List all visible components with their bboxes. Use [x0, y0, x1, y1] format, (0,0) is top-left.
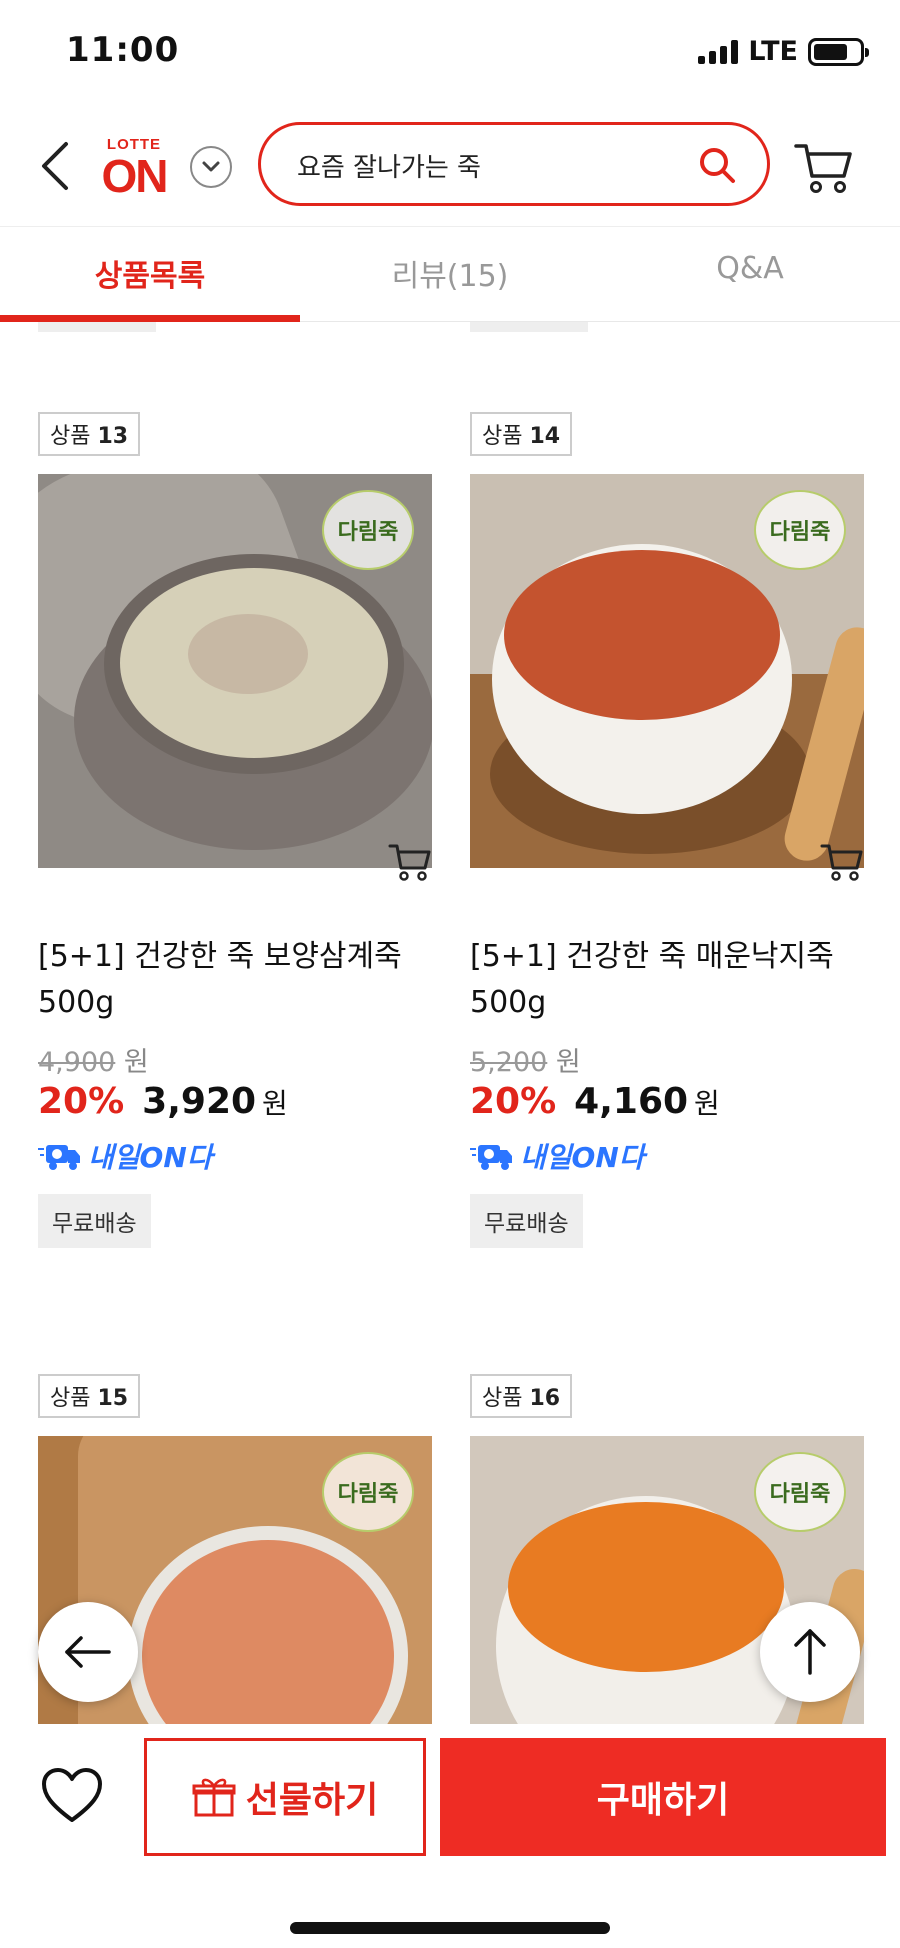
- lotte-on-logo[interactable]: LOTTE ON: [96, 136, 172, 206]
- search-bar[interactable]: [258, 122, 770, 206]
- product-card[interactable]: 상품 14 다림죽 [5+1] 건강한 죽 매운낙지죽 500g 5,200 원…: [470, 412, 864, 1248]
- product-image[interactable]: 다림죽: [470, 474, 864, 868]
- add-to-cart-icon[interactable]: [388, 842, 432, 882]
- search-input[interactable]: [297, 143, 657, 187]
- cart-icon[interactable]: [794, 140, 854, 196]
- add-to-cart-icon[interactable]: [820, 842, 864, 882]
- buy-button-label: 구매하기: [596, 1780, 730, 1821]
- home-indicator[interactable]: [290, 1922, 610, 1934]
- signal-icon: [698, 39, 739, 64]
- gift-button-label: 선물하기: [245, 1780, 379, 1821]
- delivery-tag: 내일ON다: [470, 1136, 864, 1176]
- status-bar: 11:00 LTE: [0, 0, 900, 110]
- tab-bar: 상품목록 리뷰(15) Q&A: [0, 226, 900, 322]
- free-shipping-badge: 무료배송: [470, 1194, 583, 1248]
- discount-rate: 20%: [470, 1081, 557, 1122]
- delivery-truck-icon: [38, 1145, 80, 1170]
- status-indicators: LTE: [698, 36, 869, 67]
- logo-main-text: ON: [101, 150, 169, 202]
- original-price: 4,900 원: [38, 1047, 149, 1078]
- scroll-top-button[interactable]: [760, 1602, 860, 1702]
- sale-price: 20% 3,920 원: [38, 1081, 288, 1122]
- product-card[interactable]: 상품 13 다림죽 [5+1] 건강한 죽 보양삼계죽 500g 4,900 원…: [38, 412, 432, 1248]
- discount-rate: 20%: [38, 1081, 125, 1122]
- product-number-badge: 상품 15: [38, 1374, 141, 1418]
- status-time: 11:00: [66, 30, 180, 70]
- brand-stamp: 다림죽: [322, 1452, 414, 1532]
- arrow-left-icon: [65, 1636, 111, 1668]
- scrolled-item-remnant: [38, 322, 156, 332]
- gift-icon: [192, 1778, 236, 1817]
- product-number-badge: 상품 13: [38, 412, 141, 456]
- heart-icon[interactable]: [40, 1766, 104, 1826]
- tab-qna[interactable]: Q&A: [600, 227, 900, 321]
- product-image[interactable]: 다림죽: [38, 474, 432, 868]
- back-icon[interactable]: [36, 136, 76, 196]
- scrolled-item-remnant: [470, 322, 588, 332]
- header: LOTTE ON: [0, 110, 900, 228]
- product-name[interactable]: [5+1] 건강한 죽 보양삼계죽 500g: [38, 934, 432, 1026]
- delivery-truck-icon: [470, 1145, 512, 1170]
- product-number-badge: 상품 16: [470, 1374, 573, 1418]
- bottom-action-bar: 선물하기 구매하기: [0, 1724, 900, 1948]
- delivery-tag: 내일ON다: [38, 1136, 432, 1176]
- original-price: 5,200 원: [470, 1047, 581, 1078]
- menu-dropdown-button[interactable]: [190, 146, 232, 188]
- tab-product-list[interactable]: 상품목록: [0, 227, 300, 322]
- brand-stamp: 다림죽: [322, 490, 414, 570]
- chevron-down-icon: [202, 161, 220, 172]
- search-icon[interactable]: [697, 145, 737, 185]
- product-name[interactable]: [5+1] 건강한 죽 매운낙지죽 500g: [470, 934, 864, 1026]
- tab-reviews[interactable]: 리뷰(15): [300, 227, 600, 321]
- sale-price: 20% 4,160 원: [470, 1081, 720, 1122]
- gift-button[interactable]: 선물하기: [144, 1738, 426, 1856]
- battery-icon: [808, 37, 869, 66]
- network-label: LTE: [748, 36, 798, 67]
- brand-stamp: 다림죽: [754, 1452, 846, 1532]
- arrow-up-icon: [794, 1629, 826, 1675]
- brand-stamp: 다림죽: [754, 490, 846, 570]
- previous-button[interactable]: [38, 1602, 138, 1702]
- buy-button[interactable]: 구매하기: [440, 1738, 886, 1856]
- free-shipping-badge: 무료배송: [38, 1194, 151, 1248]
- product-number-badge: 상품 14: [470, 412, 573, 456]
